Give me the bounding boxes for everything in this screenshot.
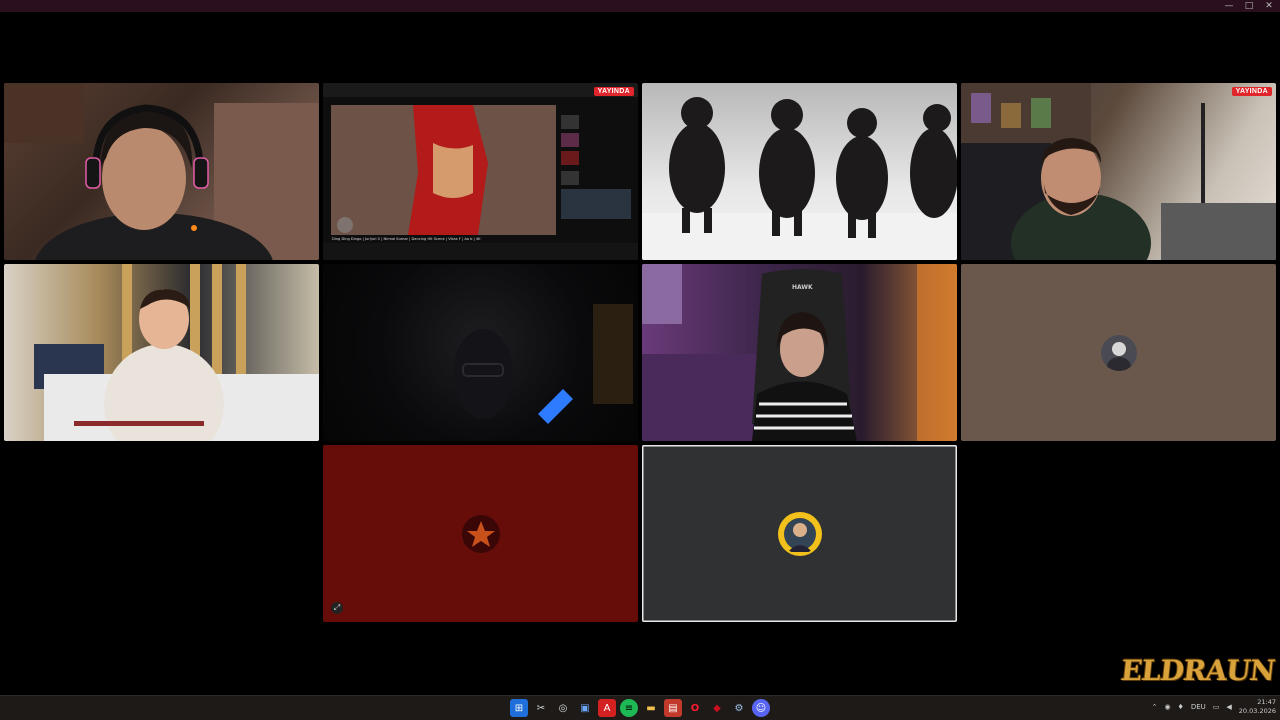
steam-icon[interactable]: ⚙ <box>730 699 748 717</box>
speaker-icon[interactable]: ◀ <box>1226 703 1231 711</box>
live-badge: YAYINDA <box>593 87 634 96</box>
participant-tile-6[interactable] <box>323 264 638 441</box>
participant-video <box>453 304 633 424</box>
clock-date: 20.03.2026 <box>1238 707 1276 715</box>
folder-icon[interactable]: ▬ <box>642 699 660 717</box>
app-icon[interactable]: ▤ <box>664 699 682 717</box>
participant-avatar <box>1100 334 1137 371</box>
chair-brand-label: HAWK <box>792 284 813 291</box>
participant-avatar <box>779 513 820 554</box>
participant-tile-7[interactable]: HAWK <box>642 264 957 441</box>
spotify-icon[interactable]: ≡ <box>620 699 638 717</box>
shared-screen-video <box>323 83 638 260</box>
fullscreen-icon[interactable]: ⤢ <box>331 602 343 614</box>
chevron-up-icon[interactable]: ⌃ <box>1152 703 1158 711</box>
video-title: Ding Ding Dingo | Jurijuri 5 | Nirmal Ku… <box>332 237 482 241</box>
language-indicator[interactable]: DEU <box>1191 703 1206 711</box>
participant-tile-4[interactable]: YAYINDA <box>961 83 1276 260</box>
opera-browser-icon[interactable]: O <box>686 699 704 717</box>
windows-taskbar: ⊞ ✂ ◎ ▣ A ≡ ▬ ▤ O ◆ ⚙ ☺ ⌃ ◉ ♦ DEU ▭ ◀ 21… <box>0 695 1280 720</box>
display-icon[interactable]: ▭ <box>1213 703 1220 711</box>
app-icon[interactable]: ▣ <box>576 699 594 717</box>
microphone-icon[interactable]: ♦ <box>1178 703 1184 711</box>
participant-avatar <box>461 514 500 553</box>
eldraun-logo: ELDRAUN <box>1118 654 1276 687</box>
app-icon[interactable]: ◆ <box>708 699 726 717</box>
live-badge: YAYINDA <box>1231 87 1272 96</box>
participant-video <box>642 97 957 260</box>
participant-tile-10[interactable] <box>642 445 957 622</box>
participant-tile-8[interactable] <box>961 264 1276 441</box>
participant-video <box>34 264 319 441</box>
participant-tile-9[interactable]: ⤢ <box>323 445 638 622</box>
app-icon[interactable]: ◎ <box>554 699 572 717</box>
clock-time: 21:47 <box>1257 698 1276 706</box>
discord-icon[interactable]: ☺ <box>752 699 770 717</box>
participant-video <box>4 83 319 260</box>
close-button[interactable]: ✕ <box>1264 1 1274 11</box>
minimize-button[interactable]: — <box>1224 1 1234 11</box>
participant-tile-5[interactable] <box>4 264 319 441</box>
clock[interactable]: 21:47 20.03.2026 <box>1239 698 1276 716</box>
window-titlebar: — □ ✕ <box>0 0 1280 12</box>
participant-video <box>961 83 1276 260</box>
participant-tile-1[interactable] <box>4 83 319 260</box>
participant-tile-3[interactable] <box>642 83 957 260</box>
app-icon[interactable]: ✂ <box>532 699 550 717</box>
windows-start-icon[interactable]: ⊞ <box>510 699 528 717</box>
maximize-button[interactable]: □ <box>1244 1 1254 11</box>
taskbar-apps: ⊞ ✂ ◎ ▣ A ≡ ▬ ▤ O ◆ ⚙ ☺ <box>510 699 770 717</box>
network-icon[interactable]: ◉ <box>1164 703 1170 711</box>
system-tray: ⌃ ◉ ♦ DEU ▭ ◀ 21:47 20.03.2026 <box>1152 698 1276 716</box>
app-icon[interactable]: A <box>598 699 616 717</box>
window-controls: — □ ✕ <box>1224 0 1274 12</box>
participant-tile-screenshare[interactable]: YAYINDA Ding Ding Dingo | Jurijuri 5 | N… <box>323 83 638 260</box>
